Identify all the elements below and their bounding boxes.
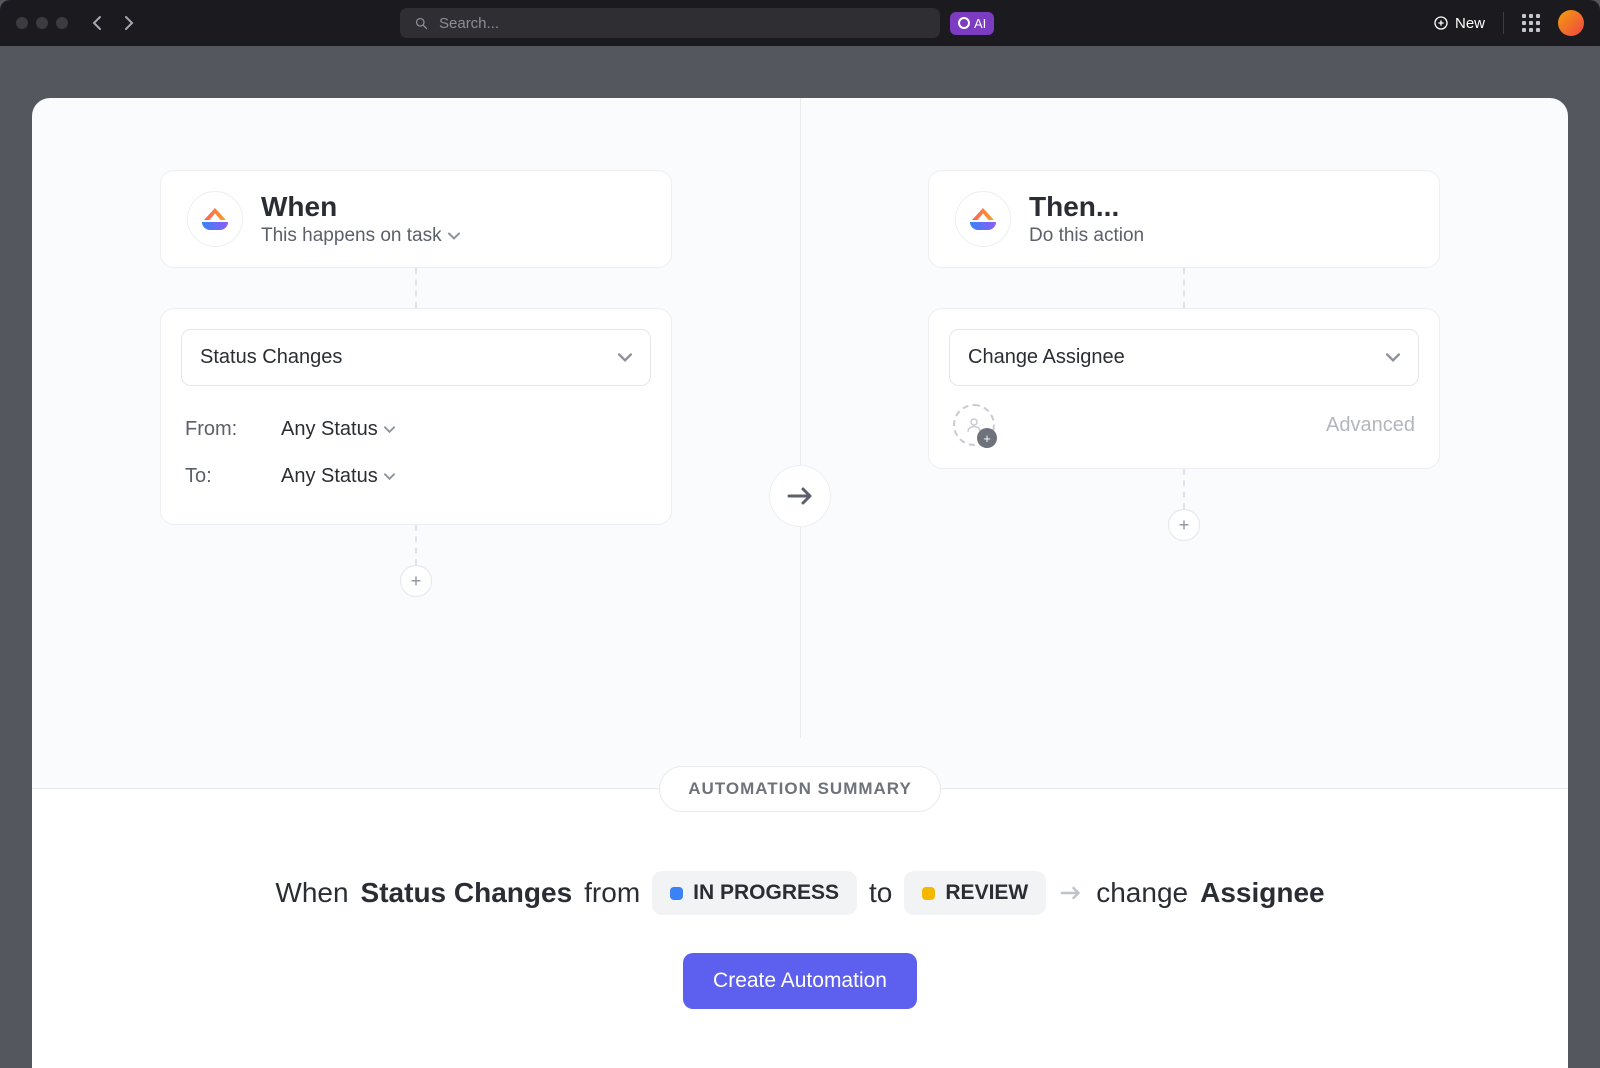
then-header-card: Then... Do this action [928, 170, 1440, 268]
automation-panel: When This happens on task Status Changes [32, 98, 1568, 1068]
plus-icon: + [977, 428, 997, 448]
search-input[interactable]: Search... [400, 8, 940, 38]
then-title: Then... [1029, 191, 1144, 223]
chevron-down-icon [1386, 353, 1400, 363]
when-title: When [261, 191, 460, 223]
add-trigger-button[interactable]: + [400, 565, 432, 597]
then-subtitle: Do this action [1029, 225, 1144, 247]
from-status-pill: IN PROGRESS [652, 871, 857, 915]
brand-icon [955, 191, 1011, 247]
when-config-card: Status Changes From: Any Status To: [160, 308, 672, 525]
when-column: When This happens on task Status Changes [32, 98, 800, 738]
chevron-down-icon [384, 473, 395, 481]
action-dropdown[interactable]: Change Assignee [949, 329, 1419, 386]
to-status-dropdown[interactable]: Any Status [281, 465, 395, 488]
minimize-dot[interactable] [36, 17, 48, 29]
chevron-down-icon [384, 426, 395, 434]
status-dot-blue [670, 887, 683, 900]
then-column: Then... Do this action Change Assignee [800, 98, 1568, 738]
summary-sentence: When Status Changes from IN PROGRESS to … [32, 871, 1568, 915]
flow-arrow-icon [769, 465, 831, 527]
trigger-dropdown[interactable]: Status Changes [181, 329, 651, 386]
summary-badge: AUTOMATION SUMMARY [659, 766, 941, 812]
chevron-down-icon [448, 232, 460, 241]
from-label: From: [185, 418, 249, 441]
advanced-link[interactable]: Advanced [1326, 414, 1415, 437]
search-icon [414, 16, 429, 31]
titlebar: Search... AI New [0, 0, 1600, 46]
then-config-card: Change Assignee + Advanced [928, 308, 1440, 469]
nav-back-icon[interactable] [92, 15, 108, 31]
arrow-right-icon [1058, 883, 1084, 903]
chevron-down-icon [618, 353, 632, 363]
summary-section: AUTOMATION SUMMARY When Status Changes f… [32, 788, 1568, 1068]
assignee-picker[interactable]: + [953, 404, 995, 446]
app-window: Search... AI New [0, 0, 1600, 1068]
when-header-card: When This happens on task [160, 170, 672, 268]
ai-icon [958, 17, 970, 29]
from-status-dropdown[interactable]: Any Status [281, 418, 395, 441]
maximize-dot[interactable] [56, 17, 68, 29]
add-action-button[interactable]: + [1168, 509, 1200, 541]
create-automation-button[interactable]: Create Automation [683, 953, 917, 1009]
to-status-pill: REVIEW [904, 871, 1046, 915]
when-scope-dropdown[interactable]: This happens on task [261, 225, 460, 247]
close-dot[interactable] [16, 17, 28, 29]
status-dot-yellow [922, 887, 935, 900]
ai-button[interactable]: AI [950, 12, 994, 35]
traffic-lights [16, 17, 68, 29]
brand-icon [187, 191, 243, 247]
to-label: To: [185, 465, 249, 488]
nav-forward-icon[interactable] [124, 15, 140, 31]
search-placeholder: Search... [439, 15, 499, 32]
new-button[interactable]: New [1433, 15, 1485, 32]
plus-circle-icon [1433, 15, 1449, 31]
apps-icon[interactable] [1522, 14, 1540, 32]
divider [1503, 12, 1504, 34]
avatar[interactable] [1558, 10, 1584, 36]
